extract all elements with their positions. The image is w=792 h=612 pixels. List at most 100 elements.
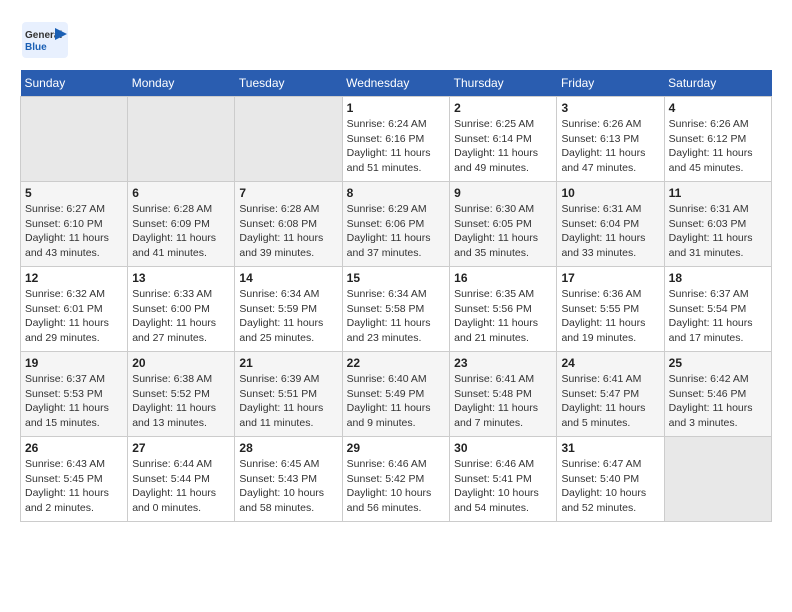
logo-icon: GeneralBlue bbox=[20, 20, 70, 60]
day-number: 26 bbox=[25, 441, 123, 455]
svg-text:Blue: Blue bbox=[25, 42, 47, 53]
day-number: 1 bbox=[347, 101, 445, 115]
day-number: 22 bbox=[347, 356, 445, 370]
day-number: 10 bbox=[561, 186, 659, 200]
day-info: Sunrise: 6:26 AMSunset: 6:12 PMDaylight:… bbox=[669, 117, 767, 176]
day-info: Sunrise: 6:29 AMSunset: 6:06 PMDaylight:… bbox=[347, 202, 445, 261]
day-info: Sunrise: 6:30 AMSunset: 6:05 PMDaylight:… bbox=[454, 202, 552, 261]
calendar-day-header: Sunday bbox=[21, 70, 128, 97]
calendar-week-row: 19 Sunrise: 6:37 AMSunset: 5:53 PMDayligh… bbox=[21, 352, 772, 437]
calendar-cell: 9 Sunrise: 6:30 AMSunset: 6:05 PMDaylight… bbox=[450, 182, 557, 267]
calendar-cell: 13 Sunrise: 6:33 AMSunset: 6:00 PMDayligh… bbox=[128, 267, 235, 352]
calendar-cell: 16 Sunrise: 6:35 AMSunset: 5:56 PMDayligh… bbox=[450, 267, 557, 352]
calendar-day-header: Friday bbox=[557, 70, 664, 97]
calendar-cell: 7Sunrise: 6:28 AMSunset: 6:08 PMDaylight… bbox=[235, 182, 342, 267]
day-info: Sunrise: 6:45 AMSunset: 5:43 PMDaylight:… bbox=[239, 457, 337, 516]
day-number: 9 bbox=[454, 186, 552, 200]
calendar-cell: 22 Sunrise: 6:40 AMSunset: 5:49 PMDayligh… bbox=[342, 352, 449, 437]
calendar-cell: 4 Sunrise: 6:26 AMSunset: 6:12 PMDaylight… bbox=[664, 97, 771, 182]
calendar-cell: 1Sunrise: 6:24 AMSunset: 6:16 PMDaylight… bbox=[342, 97, 449, 182]
day-number: 15 bbox=[347, 271, 445, 285]
calendar-week-row: 1Sunrise: 6:24 AMSunset: 6:16 PMDaylight… bbox=[21, 97, 772, 182]
calendar-cell: 15 Sunrise: 6:34 AMSunset: 5:58 PMDayligh… bbox=[342, 267, 449, 352]
day-info: Sunrise: 6:32 AMSunset: 6:01 PMDaylight:… bbox=[25, 287, 123, 346]
logo: GeneralBlue bbox=[20, 20, 70, 60]
day-info: Sunrise: 6:27 AMSunset: 6:10 PMDaylight:… bbox=[25, 202, 123, 261]
calendar-cell: 26 Sunrise: 6:43 AMSunset: 5:45 PMDayligh… bbox=[21, 437, 128, 522]
day-info: Sunrise: 6:31 AMSunset: 6:04 PMDaylight:… bbox=[561, 202, 659, 261]
calendar-cell: 11 Sunrise: 6:31 AMSunset: 6:03 PMDayligh… bbox=[664, 182, 771, 267]
calendar-cell: 29 Sunrise: 6:46 AMSunset: 5:42 PMDayligh… bbox=[342, 437, 449, 522]
day-info: Sunrise: 6:34 AMSunset: 5:59 PMDaylight:… bbox=[239, 287, 337, 346]
calendar-cell: 18 Sunrise: 6:37 AMSunset: 5:54 PMDayligh… bbox=[664, 267, 771, 352]
day-info: Sunrise: 6:46 AMSunset: 5:41 PMDaylight:… bbox=[454, 457, 552, 516]
calendar-cell: 19 Sunrise: 6:37 AMSunset: 5:53 PMDayligh… bbox=[21, 352, 128, 437]
day-number: 16 bbox=[454, 271, 552, 285]
day-number: 24 bbox=[561, 356, 659, 370]
day-info: Sunrise: 6:34 AMSunset: 5:58 PMDaylight:… bbox=[347, 287, 445, 346]
calendar-cell: 30 Sunrise: 6:46 AMSunset: 5:41 PMDayligh… bbox=[450, 437, 557, 522]
day-info: Sunrise: 6:43 AMSunset: 5:45 PMDaylight:… bbox=[25, 457, 123, 516]
day-number: 6 bbox=[132, 186, 230, 200]
calendar-cell: 6 Sunrise: 6:28 AMSunset: 6:09 PMDaylight… bbox=[128, 182, 235, 267]
day-number: 23 bbox=[454, 356, 552, 370]
day-number: 20 bbox=[132, 356, 230, 370]
day-info: Sunrise: 6:37 AMSunset: 5:53 PMDaylight:… bbox=[25, 372, 123, 431]
day-number: 13 bbox=[132, 271, 230, 285]
day-info: Sunrise: 6:25 AMSunset: 6:14 PMDaylight:… bbox=[454, 117, 552, 176]
day-info: Sunrise: 6:33 AMSunset: 6:00 PMDaylight:… bbox=[132, 287, 230, 346]
calendar-cell bbox=[128, 97, 235, 182]
day-number: 30 bbox=[454, 441, 552, 455]
day-number: 19 bbox=[25, 356, 123, 370]
day-info: Sunrise: 6:28 AMSunset: 6:08 PMDaylight:… bbox=[239, 202, 337, 261]
day-info: Sunrise: 6:28 AMSunset: 6:09 PMDaylight:… bbox=[132, 202, 230, 261]
day-number: 29 bbox=[347, 441, 445, 455]
day-info: Sunrise: 6:36 AMSunset: 5:55 PMDaylight:… bbox=[561, 287, 659, 346]
day-info: Sunrise: 6:39 AMSunset: 5:51 PMDaylight:… bbox=[239, 372, 337, 431]
calendar-cell: 21 Sunrise: 6:39 AMSunset: 5:51 PMDayligh… bbox=[235, 352, 342, 437]
day-number: 14 bbox=[239, 271, 337, 285]
day-info: Sunrise: 6:38 AMSunset: 5:52 PMDaylight:… bbox=[132, 372, 230, 431]
day-info: Sunrise: 6:41 AMSunset: 5:48 PMDaylight:… bbox=[454, 372, 552, 431]
calendar-cell: 10 Sunrise: 6:31 AMSunset: 6:04 PMDayligh… bbox=[557, 182, 664, 267]
day-info: Sunrise: 6:31 AMSunset: 6:03 PMDaylight:… bbox=[669, 202, 767, 261]
calendar-header-row: SundayMondayTuesdayWednesdayThursdayFrid… bbox=[21, 70, 772, 97]
day-number: 3 bbox=[561, 101, 659, 115]
day-number: 25 bbox=[669, 356, 767, 370]
day-info: Sunrise: 6:37 AMSunset: 5:54 PMDaylight:… bbox=[669, 287, 767, 346]
day-number: 4 bbox=[669, 101, 767, 115]
calendar-cell bbox=[664, 437, 771, 522]
calendar-cell: 14 Sunrise: 6:34 AMSunset: 5:59 PMDayligh… bbox=[235, 267, 342, 352]
calendar-week-row: 26 Sunrise: 6:43 AMSunset: 5:45 PMDayligh… bbox=[21, 437, 772, 522]
calendar-cell bbox=[21, 97, 128, 182]
calendar-cell: 20 Sunrise: 6:38 AMSunset: 5:52 PMDayligh… bbox=[128, 352, 235, 437]
calendar-cell: 27Sunrise: 6:44 AMSunset: 5:44 PMDayligh… bbox=[128, 437, 235, 522]
day-number: 12 bbox=[25, 271, 123, 285]
calendar-cell: 17Sunrise: 6:36 AMSunset: 5:55 PMDayligh… bbox=[557, 267, 664, 352]
day-info: Sunrise: 6:40 AMSunset: 5:49 PMDaylight:… bbox=[347, 372, 445, 431]
calendar-cell: 5 Sunrise: 6:27 AMSunset: 6:10 PMDaylight… bbox=[21, 182, 128, 267]
calendar-cell: 25Sunrise: 6:42 AMSunset: 5:46 PMDayligh… bbox=[664, 352, 771, 437]
calendar-day-header: Thursday bbox=[450, 70, 557, 97]
calendar-week-row: 5 Sunrise: 6:27 AMSunset: 6:10 PMDaylight… bbox=[21, 182, 772, 267]
day-number: 2 bbox=[454, 101, 552, 115]
day-number: 31 bbox=[561, 441, 659, 455]
page-header: GeneralBlue bbox=[20, 20, 772, 60]
calendar-cell: 3 Sunrise: 6:26 AMSunset: 6:13 PMDaylight… bbox=[557, 97, 664, 182]
calendar-day-header: Tuesday bbox=[235, 70, 342, 97]
day-info: Sunrise: 6:44 AMSunset: 5:44 PMDaylight:… bbox=[132, 457, 230, 516]
day-number: 18 bbox=[669, 271, 767, 285]
day-info: Sunrise: 6:35 AMSunset: 5:56 PMDaylight:… bbox=[454, 287, 552, 346]
calendar-week-row: 12 Sunrise: 6:32 AMSunset: 6:01 PMDayligh… bbox=[21, 267, 772, 352]
day-number: 8 bbox=[347, 186, 445, 200]
day-info: Sunrise: 6:41 AMSunset: 5:47 PMDaylight:… bbox=[561, 372, 659, 431]
day-number: 5 bbox=[25, 186, 123, 200]
day-info: Sunrise: 6:26 AMSunset: 6:13 PMDaylight:… bbox=[561, 117, 659, 176]
calendar: SundayMondayTuesdayWednesdayThursdayFrid… bbox=[20, 70, 772, 522]
day-number: 11 bbox=[669, 186, 767, 200]
day-number: 21 bbox=[239, 356, 337, 370]
calendar-cell: 24 Sunrise: 6:41 AMSunset: 5:47 PMDayligh… bbox=[557, 352, 664, 437]
day-info: Sunrise: 6:47 AMSunset: 5:40 PMDaylight:… bbox=[561, 457, 659, 516]
calendar-day-header: Saturday bbox=[664, 70, 771, 97]
day-info: Sunrise: 6:46 AMSunset: 5:42 PMDaylight:… bbox=[347, 457, 445, 516]
